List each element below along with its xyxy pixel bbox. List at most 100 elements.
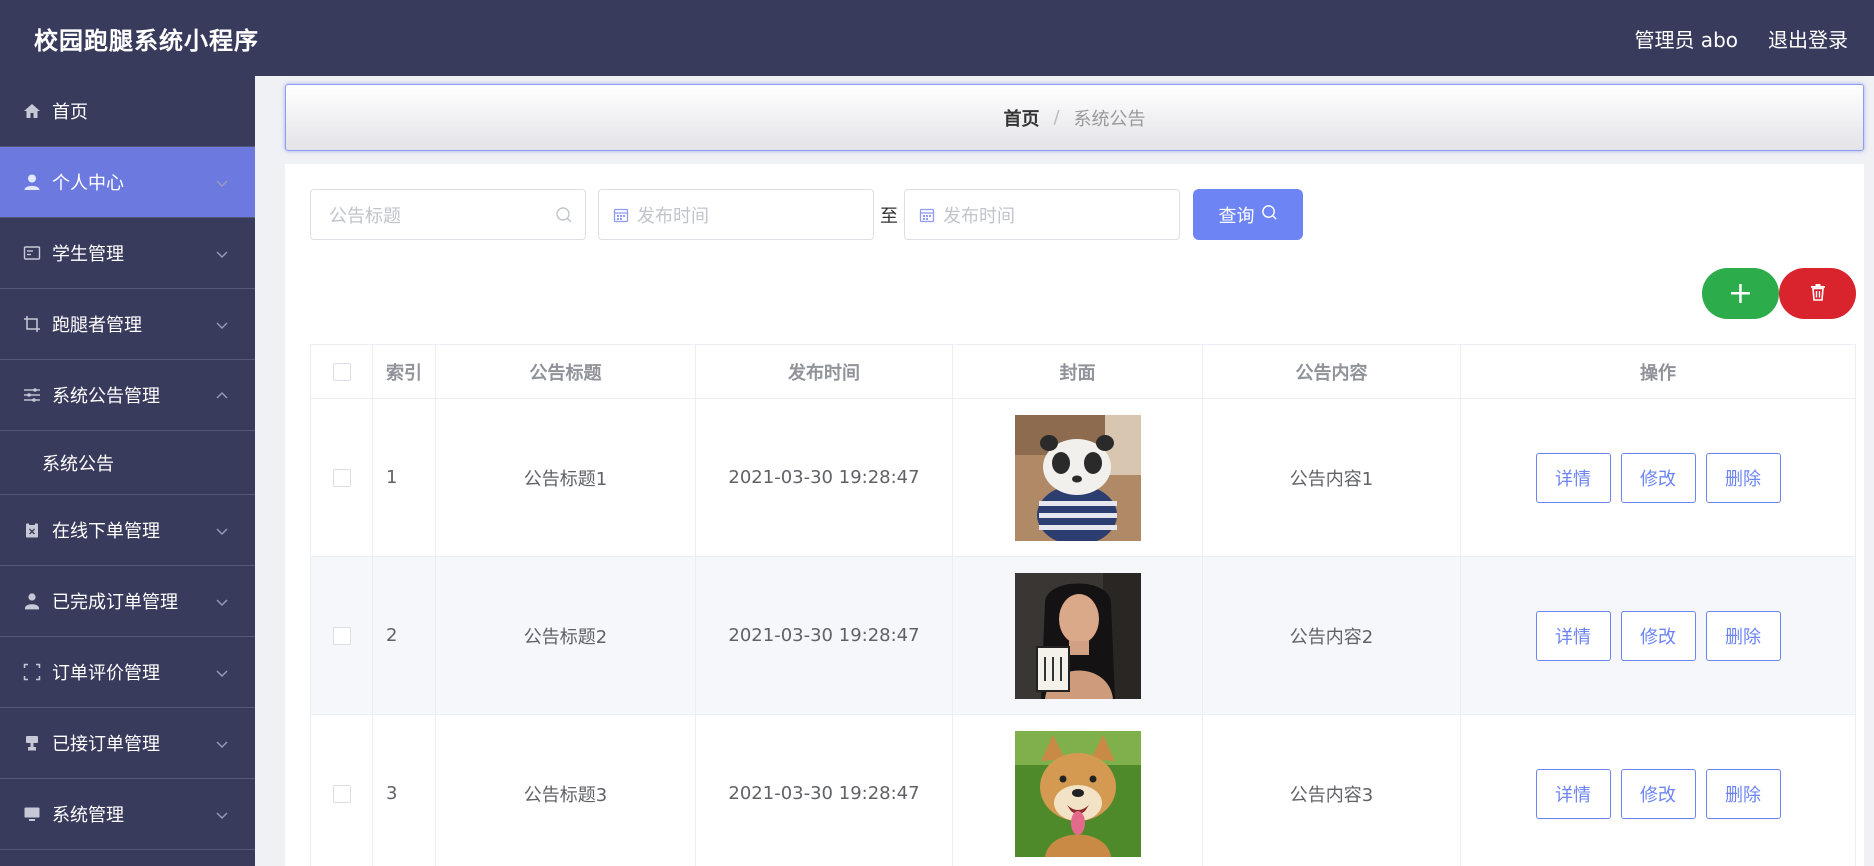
row-content: 公告内容2 <box>1203 557 1461 714</box>
row-checkbox-cell <box>311 715 373 866</box>
detail-button[interactable]: 详情 <box>1535 768 1611 819</box>
row-checkbox[interactable] <box>332 468 351 487</box>
column-header-index: 索引 <box>373 345 436 398</box>
query-button-label: 查询 <box>1218 205 1255 227</box>
main-content: 首页 / 系统公告 公告标题 发布时间 至 发布时间 查询 + 索引 公告标题 … <box>255 76 1874 866</box>
chevron-down-icon <box>215 174 229 188</box>
calendar-icon <box>613 207 629 223</box>
breadcrumb-current: 系统公告 <box>1073 108 1146 130</box>
search-icon <box>1261 204 1278 226</box>
id-card-icon <box>22 243 42 263</box>
edit-button[interactable]: 修改 <box>1620 452 1696 503</box>
table-row: 3 公告标题3 2021-03-30 19:28:47 公告内容3 详情 修改 … <box>311 715 1855 866</box>
row-index: 2 <box>373 557 436 714</box>
chevron-down-icon <box>215 735 229 749</box>
sidebar-subitem-announcements[interactable]: 系统公告 <box>0 431 255 495</box>
row-publish-time: 2021-03-30 19:28:47 <box>696 557 953 714</box>
sidebar-item-label: 首页 <box>52 102 88 123</box>
date-range-separator: 至 <box>880 205 898 227</box>
sidebar-item-personal-center[interactable]: 个人中心 <box>0 147 255 218</box>
chevron-down-icon <box>215 316 229 330</box>
sidebar-item-accepted-order-management[interactable]: 已接订单管理 <box>0 708 255 779</box>
frame-icon <box>22 662 42 682</box>
search-icon <box>555 206 573 224</box>
row-index: 3 <box>373 715 436 866</box>
column-header-title: 公告标题 <box>436 345 696 398</box>
sidebar-item-system-management[interactable]: 系统管理 <box>0 779 255 850</box>
sidebar-item-announcement-management[interactable]: 系统公告管理 <box>0 360 255 431</box>
sidebar-item-home[interactable]: 首页 <box>0 76 255 147</box>
row-title: 公告标题3 <box>436 715 696 866</box>
app-title: 校园跑腿系统小程序 <box>34 26 259 55</box>
trash-icon <box>1808 282 1828 306</box>
sidebar-item-runner-management[interactable]: 跑腿者管理 <box>0 289 255 360</box>
table-row: 1 公告标题1 2021-03-30 19:28:47 公告内容1 详情 修改 … <box>311 399 1855 557</box>
edit-button[interactable]: 修改 <box>1620 768 1696 819</box>
date-from-placeholder: 发布时间 <box>637 205 709 227</box>
sidebar-item-label: 已接订单管理 <box>52 734 160 755</box>
row-operations: 详情 修改 删除 <box>1461 557 1855 714</box>
chevron-down-icon <box>215 664 229 678</box>
chevron-down-icon <box>215 522 229 536</box>
delete-button[interactable]: 删除 <box>1705 452 1781 503</box>
top-bar-actions: 管理员 abo 退出登录 <box>1634 24 1848 53</box>
column-header-publish-time: 发布时间 <box>696 345 953 398</box>
calendar-icon <box>919 207 935 223</box>
date-from-input[interactable]: 发布时间 <box>598 189 874 240</box>
row-cover-cell <box>953 399 1203 556</box>
column-header-operations: 操作 <box>1640 362 1676 384</box>
row-content: 公告内容3 <box>1203 715 1461 866</box>
batch-delete-button[interactable] <box>1779 268 1856 319</box>
monitor-icon <box>22 804 42 824</box>
sidebar-item-label: 跑腿者管理 <box>52 315 142 336</box>
detail-button[interactable]: 详情 <box>1535 610 1611 661</box>
top-bar: 校园跑腿系统小程序 管理员 abo 退出登录 <box>0 0 1874 76</box>
sidebar-item-label: 系统公告管理 <box>52 386 160 407</box>
plus-icon: + <box>1727 276 1754 311</box>
date-to-placeholder: 发布时间 <box>943 205 1015 227</box>
announcement-table: 索引 公告标题 发布时间 封面 公告内容 操作 1 公告标题1 2021-03-… <box>310 344 1856 866</box>
logout-link[interactable]: 退出登录 <box>1768 24 1848 53</box>
select-all-checkbox[interactable] <box>332 362 351 381</box>
sidebar-item-order-review-management[interactable]: 订单评价管理 <box>0 637 255 708</box>
row-checkbox-cell <box>311 399 373 556</box>
row-checkbox[interactable] <box>332 784 351 803</box>
title-search-input[interactable]: 公告标题 <box>310 189 586 240</box>
shiba-dog-photo <box>1014 730 1141 857</box>
sidebar-item-label: 个人中心 <box>52 173 124 194</box>
chevron-up-icon <box>215 387 229 401</box>
sidebar-item-online-order-management[interactable]: 在线下单管理 <box>0 495 255 566</box>
date-to-input[interactable]: 发布时间 <box>904 189 1180 240</box>
breadcrumb-home[interactable]: 首页 <box>1003 105 1039 131</box>
sidebar-item-completed-order-management[interactable]: 已完成订单管理 <box>0 566 255 637</box>
row-cover-cell <box>953 715 1203 866</box>
title-search-placeholder: 公告标题 <box>329 205 401 227</box>
detail-button[interactable]: 详情 <box>1535 452 1611 503</box>
stamp-icon <box>22 733 42 753</box>
query-button[interactable]: 查询 <box>1193 189 1303 240</box>
breadcrumb-separator: / <box>1053 107 1060 128</box>
sidebar-item-label: 订单评价管理 <box>52 663 160 684</box>
row-publish-time: 2021-03-30 19:28:47 <box>696 399 953 556</box>
search-bar: 公告标题 发布时间 至 发布时间 查询 <box>310 189 1303 240</box>
row-checkbox-cell <box>311 557 373 714</box>
sidebar-item-student-management[interactable]: 学生管理 <box>0 218 255 289</box>
sliders-icon <box>22 385 42 405</box>
sidebar-subitem-label: 系统公告 <box>42 453 114 475</box>
edit-button[interactable]: 修改 <box>1620 610 1696 661</box>
row-publish-time: 2021-03-30 19:28:47 <box>696 715 953 866</box>
add-button[interactable]: + <box>1702 268 1779 319</box>
current-user-label: 管理员 abo <box>1634 27 1738 52</box>
sidebar: 首页 个人中心 学生管理 跑腿者管理 系统公告管理 系统公告 在线下单管理 已完… <box>0 76 255 866</box>
breadcrumb: 首页 / 系统公告 <box>285 84 1864 151</box>
table-header: 索引 公告标题 发布时间 封面 公告内容 操作 <box>311 345 1855 399</box>
table-row: 2 公告标题2 2021-03-30 19:28:47 公告内容2 详情 修改 … <box>311 557 1855 715</box>
sidebar-item-label: 系统管理 <box>52 805 124 826</box>
sidebar-item-label: 已完成订单管理 <box>52 592 178 613</box>
delete-button[interactable]: 删除 <box>1705 768 1781 819</box>
row-checkbox[interactable] <box>332 626 351 645</box>
delete-button[interactable]: 删除 <box>1705 610 1781 661</box>
chevron-down-icon <box>215 245 229 259</box>
row-title: 公告标题1 <box>436 399 696 556</box>
announcement-panel: 公告标题 发布时间 至 发布时间 查询 + 索引 公告标题 发布时间 封面 公告… <box>285 164 1864 866</box>
